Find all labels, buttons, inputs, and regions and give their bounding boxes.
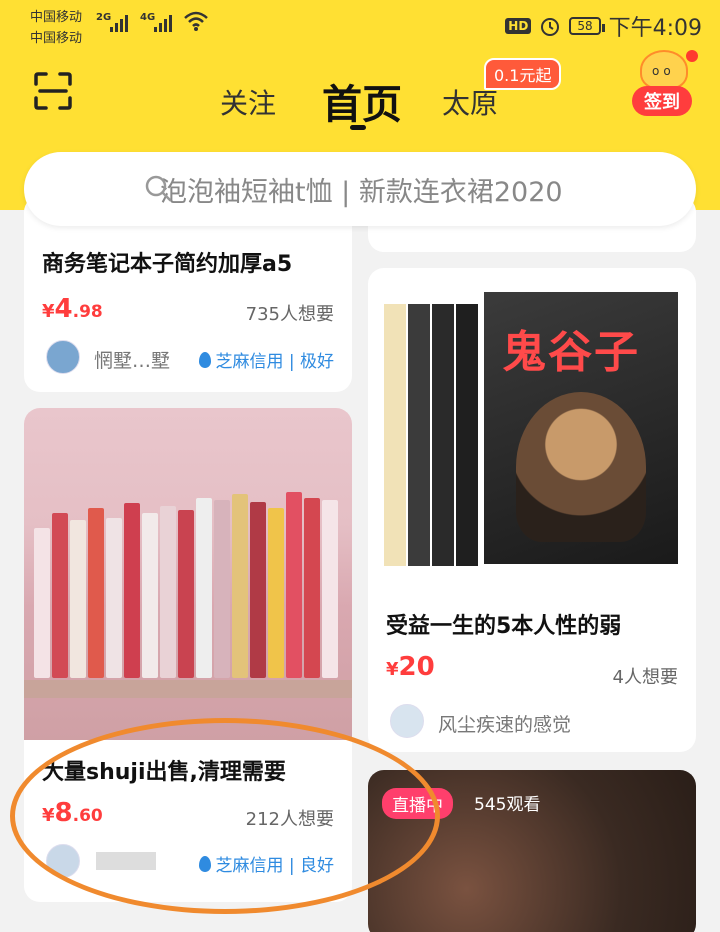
book-spine-1 xyxy=(384,304,406,566)
price-currency: ¥ xyxy=(42,301,55,322)
seller-name: 惘墅…墅 xyxy=(94,350,171,372)
product-price: ¥20 xyxy=(386,652,435,682)
product-image-bookshelf xyxy=(24,408,352,740)
credit-badge: 芝麻信用 | 极好 xyxy=(199,347,334,372)
highlight-circle-annotation xyxy=(10,718,440,914)
product-title: 商务笔记本子简约加厚a5 xyxy=(42,252,293,277)
status-right: HD 58 下午4:09 xyxy=(505,10,702,42)
signal-bars-1-icon xyxy=(110,14,128,32)
price-decimal: .98 xyxy=(72,302,103,322)
want-count: 735人想要 xyxy=(245,304,334,325)
search-bar[interactable]: 泡泡袖短袖t恤 | 新款连衣裙2020 xyxy=(24,152,696,226)
price-integer: 20 xyxy=(398,652,435,682)
signal-type-2: 4G xyxy=(140,12,156,23)
tab-home[interactable]: 首页 xyxy=(322,72,402,130)
battery-indicator: 58 xyxy=(569,17,605,35)
product-title: 受益一生的5本人性的弱 xyxy=(386,614,622,639)
notification-dot xyxy=(686,50,698,62)
shelf-board xyxy=(24,680,352,698)
checkin-label: 签到 xyxy=(632,86,692,116)
cover-figure xyxy=(516,392,646,542)
book-spine-3 xyxy=(432,304,454,566)
book-cover-title: 鬼谷子 xyxy=(502,327,640,378)
tab-active-indicator xyxy=(350,125,366,130)
status-bar: 中国移动 中国移动 2G 4G HD 58 下午4:09 xyxy=(0,0,720,50)
scan-icon[interactable] xyxy=(34,72,72,110)
signal-bars-2-icon xyxy=(154,14,172,32)
hd-badge: HD xyxy=(505,18,532,34)
credit-text: 芝麻信用 | 极好 xyxy=(215,352,334,372)
wifi-icon xyxy=(184,11,208,31)
alipay-credit-icon xyxy=(199,351,212,368)
book-cover: 鬼谷子 xyxy=(484,292,678,564)
carrier-1: 中国移动 xyxy=(30,10,83,25)
promo-badge: 0.1元起 xyxy=(484,58,562,90)
seller-avatar[interactable] xyxy=(390,704,424,738)
seller-avatar[interactable] xyxy=(46,340,80,374)
seller-name: 风尘疾速的感觉 xyxy=(438,714,572,736)
want-count: 4人想要 xyxy=(612,667,678,688)
carrier-2: 中国移动 xyxy=(30,31,83,46)
alarm-icon xyxy=(541,18,560,36)
search-placeholder: 泡泡袖短袖t恤 | 新款连衣裙2020 xyxy=(160,176,563,208)
live-viewers: 545观看 xyxy=(474,795,541,815)
product-card-guiguzi[interactable]: 鬼谷子 受益一生的5本人性的弱 ¥20 4人想要 风尘疾速的感觉 xyxy=(368,268,696,752)
product-price: ¥4.98 xyxy=(42,294,103,324)
product-image-book-set: 鬼谷子 xyxy=(380,282,684,582)
tab-follow[interactable]: 关注 xyxy=(220,82,276,122)
clock: 下午4:09 xyxy=(608,16,702,41)
mascot-eyes: oo xyxy=(652,64,675,78)
checkin-button[interactable]: oo 签到 xyxy=(630,50,700,116)
search-icon xyxy=(145,175,172,202)
signal-type-1: 2G xyxy=(96,12,112,23)
book-spine-2 xyxy=(408,304,430,566)
price-currency: ¥ xyxy=(386,659,399,680)
price-integer: 4 xyxy=(54,294,73,324)
book-spine-4 xyxy=(456,304,478,566)
